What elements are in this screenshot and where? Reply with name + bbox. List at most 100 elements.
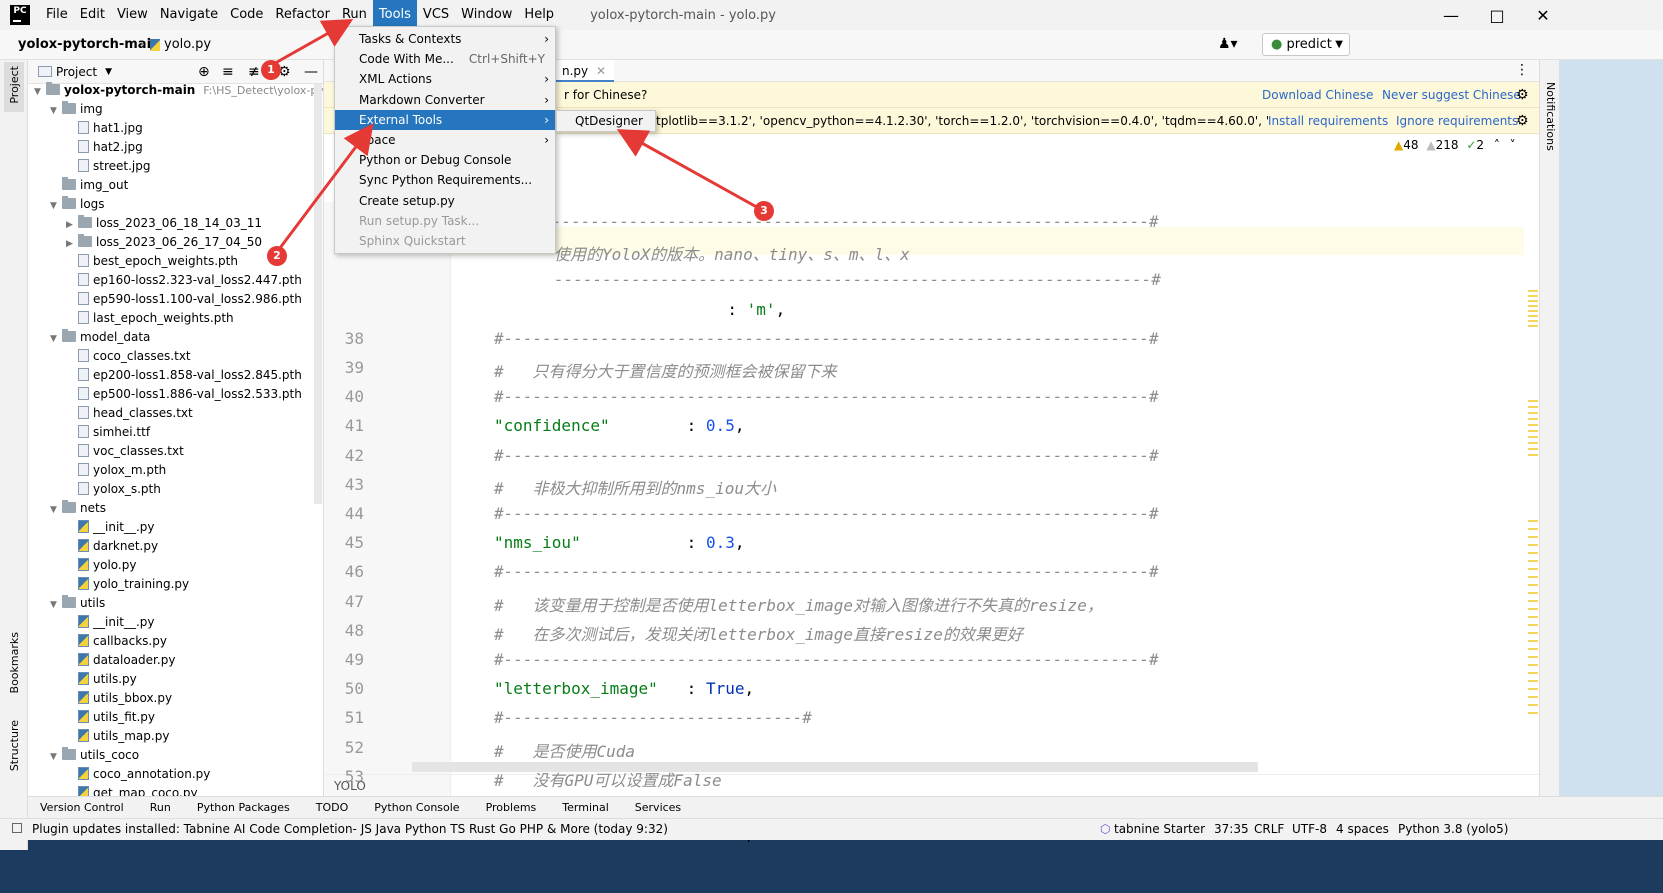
- tree-file[interactable]: yolo.py: [66, 556, 136, 575]
- tree-file[interactable]: head_classes.txt: [66, 404, 193, 423]
- caret-position[interactable]: 37:35: [1214, 819, 1249, 839]
- tree-folder[interactable]: img_out: [50, 176, 128, 195]
- code-line[interactable]: # 是否使用Cuda: [494, 738, 635, 762]
- code-line[interactable]: # 在多次测试后，发现关闭letterbox_image直接resize的效果更…: [494, 621, 1023, 645]
- tree-file[interactable]: darknet.py: [66, 537, 158, 556]
- scrollbar[interactable]: [314, 84, 322, 504]
- code-line[interactable]: #---------------------------------------…: [494, 504, 1159, 523]
- tree-file[interactable]: utils_map.py: [66, 727, 169, 746]
- tree-file[interactable]: ep160-loss2.323-val_loss2.447.pth: [66, 271, 302, 290]
- code-line[interactable]: "confidence" : 0.5,: [494, 416, 744, 435]
- menu-item-space[interactable]: Space ›: [335, 130, 555, 150]
- user-icon[interactable]: ♟▾: [1218, 36, 1238, 52]
- code-line[interactable]: 使用的YoloX的版本。nano、tiny、s、m、l、x: [554, 241, 910, 265]
- tree-file[interactable]: yolox_m.pth: [66, 461, 166, 480]
- menu-item-create-setup-py[interactable]: Create setup.py: [335, 191, 555, 211]
- menu-navigate[interactable]: Navigate: [154, 0, 224, 30]
- tree-file[interactable]: __init__.py: [66, 613, 155, 632]
- collapse-all-icon[interactable]: ≢: [248, 64, 260, 80]
- code-line[interactable]: #---------------------------------------…: [494, 212, 1159, 231]
- code-line[interactable]: # 非极大抑制所用到的nms_iou大小: [494, 475, 776, 499]
- editor-tab[interactable]: n.py ✕: [554, 60, 615, 82]
- tool-window-todo[interactable]: TODO: [316, 801, 349, 814]
- gear-icon[interactable]: ⚙: [1516, 82, 1529, 108]
- tree-file[interactable]: dataloader.py: [66, 651, 175, 670]
- ignore-requirements-link[interactable]: Ignore requirements: [1396, 108, 1518, 134]
- download-chinese-link[interactable]: Download Chinese: [1262, 82, 1373, 108]
- tool-window-run[interactable]: Run: [150, 801, 171, 814]
- tree-file[interactable]: hat2.jpg: [66, 138, 143, 157]
- menu-refactor[interactable]: Refactor: [269, 0, 336, 30]
- menu-item-sync-python-requirements[interactable]: Sync Python Requirements...: [335, 170, 555, 190]
- menu-view[interactable]: View: [111, 0, 154, 30]
- tree-folder[interactable]: ▼ utils_coco: [50, 746, 139, 765]
- code-line[interactable]: #---------------------------------------…: [494, 387, 1159, 406]
- code-line[interactable]: #---------------------------------------…: [494, 562, 1159, 581]
- tool-window-problems[interactable]: Problems: [486, 801, 537, 814]
- install-requirements-link[interactable]: Install requirements: [1268, 108, 1388, 134]
- close-button[interactable]: ✕: [1520, 0, 1566, 30]
- menu-file[interactable]: File: [40, 0, 74, 30]
- tree-file[interactable]: street.jpg: [66, 157, 150, 176]
- tree-file[interactable]: __init__.py: [66, 518, 155, 537]
- tree-file[interactable]: yolox_s.pth: [66, 480, 161, 499]
- tree-file[interactable]: ep500-loss1.886-val_loss2.533.pth: [66, 385, 302, 404]
- menu-item-python-or-debug-console[interactable]: Python or Debug Console: [335, 150, 555, 170]
- chevron-down-icon[interactable]: ▼: [50, 596, 62, 615]
- tree-folder[interactable]: ▶ loss_2023_06_26_17_04_50: [66, 233, 262, 252]
- tree-folder[interactable]: ▼ img: [50, 100, 103, 119]
- menu-item-code-with-me[interactable]: Code With Me... Ctrl+Shift+Y: [335, 49, 555, 69]
- tree-file[interactable]: ep200-loss1.858-val_loss2.845.pth: [66, 366, 302, 385]
- tabnine-status[interactable]: tabnine Starter: [1114, 819, 1205, 839]
- menu-item-markdown-converter[interactable]: Markdown Converter ›: [335, 90, 555, 110]
- inspection-widget[interactable]: ▲48 ▲218 ✓2 ˄ ˅: [1394, 138, 1516, 152]
- code-line[interactable]: #---------------------------------------…: [494, 329, 1159, 348]
- breadcrumb-project[interactable]: yolox-pytorch-main: [18, 37, 160, 52]
- code-line[interactable]: #-------------------------------#: [494, 708, 812, 727]
- interpreter-setting[interactable]: Python 3.8 (yolo5): [1398, 819, 1508, 839]
- code-line[interactable]: #---------------------------------------…: [494, 650, 1159, 669]
- tree-file[interactable]: utils_fit.py: [66, 708, 155, 727]
- status-icon[interactable]: [12, 823, 22, 833]
- chevron-down-icon[interactable]: ▼: [105, 67, 112, 77]
- project-panel-title[interactable]: Project: [56, 65, 97, 79]
- status-message[interactable]: Plugin updates installed: Tabnine AI Cod…: [32, 819, 668, 839]
- code-line[interactable]: "nms_iou" : 0.3,: [494, 533, 744, 552]
- code-line[interactable]: ----------------------------------------…: [554, 270, 1161, 289]
- maximize-button[interactable]: □: [1474, 0, 1520, 30]
- tree-file[interactable]: coco_classes.txt: [66, 347, 191, 366]
- qtdesigner-menu-item[interactable]: QtDesigner: [575, 114, 643, 128]
- code-line[interactable]: # 没有GPU可以设置成False: [494, 767, 722, 791]
- minimize-button[interactable]: —: [1428, 0, 1474, 30]
- chevron-down-icon[interactable]: ▼: [50, 501, 62, 520]
- tree-file[interactable]: yolo_training.py: [66, 575, 189, 594]
- tree-file[interactable]: simhei.ttf: [66, 423, 150, 442]
- more-icon[interactable]: ⋮: [1515, 62, 1529, 78]
- tool-window-version-control[interactable]: Version Control: [40, 801, 124, 814]
- tree-file[interactable]: best_epoch_weights.pth: [66, 252, 238, 271]
- expand-all-icon[interactable]: ≡: [222, 64, 234, 80]
- error-stripe[interactable]: [1526, 180, 1538, 760]
- code-line[interactable]: # 该变量用于控制是否使用letterbox_image对输入图像进行不失真的r…: [494, 592, 1103, 616]
- tree-file[interactable]: voc_classes.txt: [66, 442, 184, 461]
- tree-file[interactable]: last_epoch_weights.pth: [66, 309, 234, 328]
- indent-setting[interactable]: 4 spaces: [1336, 819, 1389, 839]
- never-suggest-link[interactable]: Never suggest Chinese: [1382, 82, 1521, 108]
- tree-folder[interactable]: ▼ model_data: [50, 328, 150, 347]
- project-root[interactable]: ▼ yolox-pytorch-main F:\HS_Detect\yolox-p…: [34, 81, 323, 100]
- menu-edit[interactable]: Edit: [74, 0, 111, 30]
- chevron-down-icon[interactable]: ▼: [50, 102, 62, 121]
- locate-icon[interactable]: ⊕: [198, 64, 210, 80]
- tree-folder[interactable]: ▼ nets: [50, 499, 106, 518]
- tree-file[interactable]: get_map_coco.py: [66, 784, 198, 796]
- breadcrumb-file[interactable]: yolo.py: [164, 37, 211, 52]
- code-line[interactable]: # 只有得分大于置信度的预测框会被保留下来: [494, 358, 837, 382]
- code-line[interactable]: "letterbox_image" : True,: [494, 679, 754, 698]
- tree-file[interactable]: utils_bbox.py: [66, 689, 172, 708]
- menu-item-xml-actions[interactable]: XML Actions ›: [335, 69, 555, 89]
- tool-window-services[interactable]: Services: [635, 801, 681, 814]
- chevron-down-icon[interactable]: ▼: [50, 197, 62, 216]
- chevron-up-icon[interactable]: ˄: [1494, 138, 1500, 152]
- tree-folder[interactable]: ▶ loss_2023_06_18_14_03_11: [66, 214, 262, 233]
- close-icon[interactable]: ✕: [596, 64, 606, 78]
